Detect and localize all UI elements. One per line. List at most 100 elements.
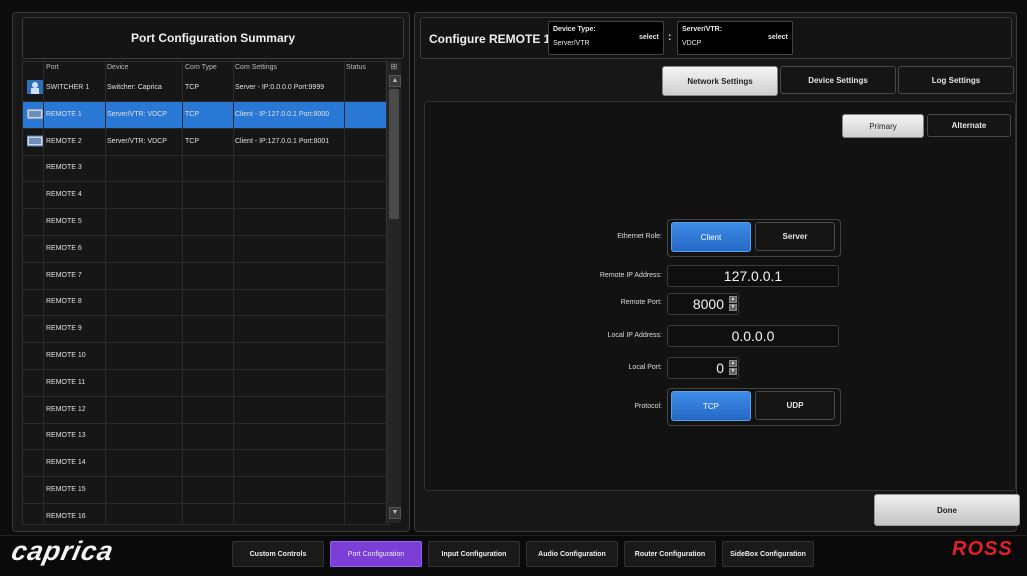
table-row[interactable]: SWITCHER 1 Switcher: Caprica TCP Server - I… [23, 75, 389, 102]
primary-button[interactable]: Primary [842, 114, 924, 138]
nav-input-configuration[interactable]: Input Configuration [428, 541, 520, 567]
col-port[interactable]: Port [46, 64, 59, 71]
port-cell: SWITCHER 1 [46, 84, 90, 91]
port-cell: REMOTE 8 [46, 298, 82, 306]
caprica-logo: caprica [8, 536, 117, 566]
col-com-settings[interactable]: Com Settings [235, 64, 277, 71]
com-type-cell: TCP [185, 84, 199, 91]
device-type-select-button[interactable]: select [639, 34, 659, 41]
table-row[interactable]: REMOTE 2 Server/VTR: VDCP TCP Client - IP:1… [23, 129, 389, 156]
com-type-cell: TCP [185, 137, 199, 145]
ross-logo: ROSS [952, 538, 1013, 560]
table-row[interactable]: REMOTE 1 Server/VTR: VDCP TCP Client - IP:1… [23, 101, 389, 129]
vtr-icon [26, 107, 44, 121]
table-row[interactable]: REMOTE 5 [23, 209, 389, 236]
nav-custom-controls[interactable]: Custom Controls [232, 541, 324, 567]
table-row[interactable]: REMOTE 16 [23, 504, 389, 524]
table-row[interactable]: REMOTE 11 [23, 370, 389, 397]
table-row[interactable]: REMOTE 7 [23, 263, 389, 290]
port-cell: REMOTE 2 [46, 137, 82, 145]
port-cell: REMOTE 14 [46, 459, 86, 467]
table-settings-icon[interactable]: ⊞ [389, 62, 399, 71]
port-cell: REMOTE 3 [46, 164, 82, 172]
table-scrollbar[interactable]: ▲ ▼ ⊞ [386, 61, 401, 523]
port-cell: REMOTE 13 [46, 432, 86, 440]
port-cell: REMOTE 11 [46, 378, 86, 386]
tcp-button[interactable]: TCP [671, 391, 751, 421]
alternate-button[interactable]: Alternate [927, 114, 1011, 137]
remote-ip-label: Remote IP Address: [599, 272, 662, 279]
configure-title: Configure REMOTE 1 : [429, 32, 558, 46]
device-type-value: Server/VTR [553, 40, 590, 47]
port-cell: REMOTE 4 [46, 191, 82, 199]
port-cell: REMOTE 9 [46, 325, 82, 333]
nav-router-configuration[interactable]: Router Configuration [624, 541, 716, 567]
table-row[interactable]: REMOTE 13 [23, 423, 389, 451]
table-row[interactable]: REMOTE 15 [23, 477, 389, 504]
table-row[interactable]: REMOTE 4 [23, 182, 389, 210]
col-com-type[interactable]: Com Type [185, 64, 217, 71]
table-row[interactable]: REMOTE 3 [23, 155, 389, 183]
remote-port-label: Remote Port: [620, 299, 662, 306]
protocol-label: Protocol: [634, 403, 662, 410]
device-sub-value: VDCP [682, 40, 702, 47]
table-header: Port Device Com Type Com Settings Status [23, 62, 389, 73]
col-status[interactable]: Status [346, 64, 366, 71]
local-ip-label: Local IP Address: [607, 332, 662, 339]
com-settings-cell: Client - IP:127.0.0.1 Port:8000 [235, 110, 330, 118]
port-cell: REMOTE 1 [46, 110, 82, 118]
person-icon [27, 80, 43, 94]
com-settings-cell: Client - IP:127.0.0.1 Port:8001 [235, 137, 330, 145]
nav-sidebox-configuration[interactable]: SideBox Configuration [722, 541, 814, 567]
device-cell: Switcher: Caprica [107, 84, 162, 91]
port-cell: REMOTE 5 [46, 218, 82, 225]
device-sub-box: Server/VTR: VDCP select [677, 21, 793, 55]
device-cell: Server/VTR: VDCP [107, 110, 167, 118]
port-cell: REMOTE 7 [46, 271, 82, 279]
com-settings-cell: Server - IP:0.0.0.0 Port:9999 [235, 84, 325, 91]
vtr-icon [26, 134, 44, 148]
port-cell: REMOTE 10 [46, 352, 86, 359]
tab-device-settings[interactable]: Device Settings [780, 66, 896, 94]
device-type-label: Device Type: [553, 26, 596, 33]
tab-network-settings[interactable]: Network Settings [662, 66, 778, 96]
nav-port-configuration[interactable]: Port Configuration [330, 541, 422, 567]
configure-header: Configure REMOTE 1 : Device Type: Server… [420, 17, 1012, 59]
done-button[interactable]: Done [874, 494, 1020, 526]
port-summary-title: Port Configuration Summary [22, 17, 404, 59]
header-separator: : [668, 32, 672, 43]
scroll-up-button[interactable]: ▲ [389, 75, 401, 87]
server-button[interactable]: Server [755, 222, 835, 251]
device-type-box: Device Type: Server/VTR select [548, 21, 664, 55]
ethernet-role-label: Ethernet Role: [617, 233, 662, 240]
com-type-cell: TCP [185, 110, 199, 118]
scroll-down-button[interactable]: ▼ [389, 507, 401, 519]
table-row[interactable]: REMOTE 10 [23, 343, 389, 370]
udp-button[interactable]: UDP [755, 391, 835, 420]
remote-port-value: 8000 [692, 296, 724, 312]
port-table: Port Device Com Type Com Settings Status… [22, 61, 390, 525]
table-row[interactable]: REMOTE 8 [23, 289, 389, 317]
port-cell: REMOTE 6 [46, 244, 82, 252]
local-port-value: 0 [716, 360, 724, 376]
port-cell: REMOTE 15 [46, 486, 86, 493]
port-cell: REMOTE 12 [46, 405, 86, 413]
col-device[interactable]: Device [107, 64, 128, 71]
tab-log-settings[interactable]: Log Settings [898, 66, 1014, 94]
local-port-label: Local Port: [628, 364, 662, 371]
local-port-stepper[interactable]: ▲ ▼ [729, 360, 737, 376]
remote-port-stepper[interactable]: ▲ ▼ [729, 296, 737, 312]
port-cell: REMOTE 16 [46, 512, 86, 520]
table-row[interactable]: REMOTE 12 [23, 397, 389, 424]
device-sub-select-button[interactable]: select [768, 34, 788, 41]
client-button[interactable]: Client [671, 222, 751, 252]
local-ip-field[interactable]: 0.0.0.0 [667, 325, 839, 347]
remote-ip-field[interactable]: 127.0.0.1 [667, 265, 839, 287]
table-row[interactable]: REMOTE 6 [23, 236, 389, 263]
scroll-thumb[interactable] [389, 89, 399, 219]
device-sub-label: Server/VTR: [682, 26, 723, 33]
device-cell: Server/VTR: VDCP [107, 137, 167, 145]
nav-audio-configuration[interactable]: Audio Configuration [526, 541, 618, 567]
table-row[interactable]: REMOTE 9 [23, 316, 389, 344]
table-row[interactable]: REMOTE 14 [23, 450, 389, 478]
